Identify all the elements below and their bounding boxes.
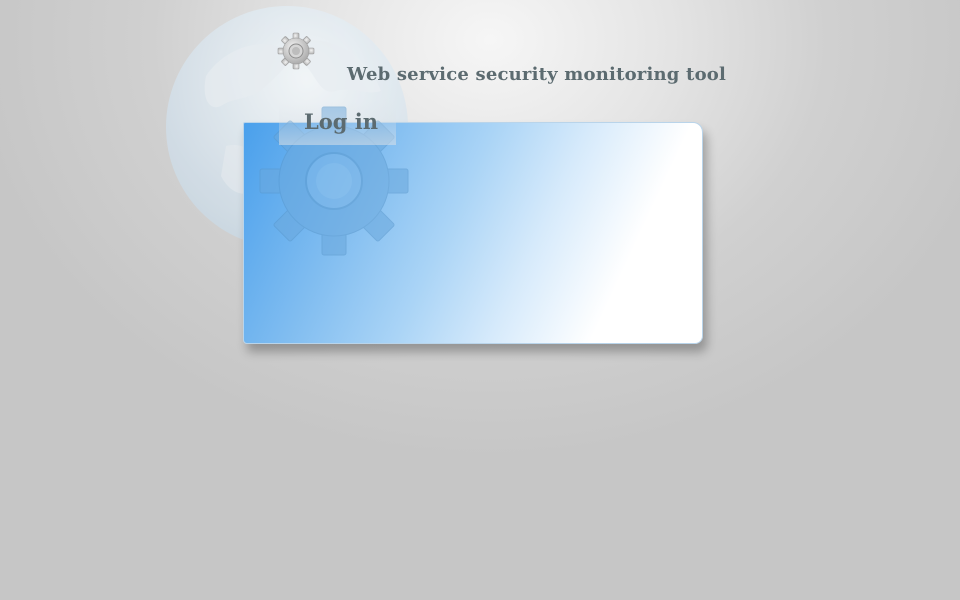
login-heading: Log in bbox=[304, 109, 379, 134]
gear-icon bbox=[277, 32, 315, 70]
app-title: Web service security monitoring tool bbox=[347, 64, 727, 85]
